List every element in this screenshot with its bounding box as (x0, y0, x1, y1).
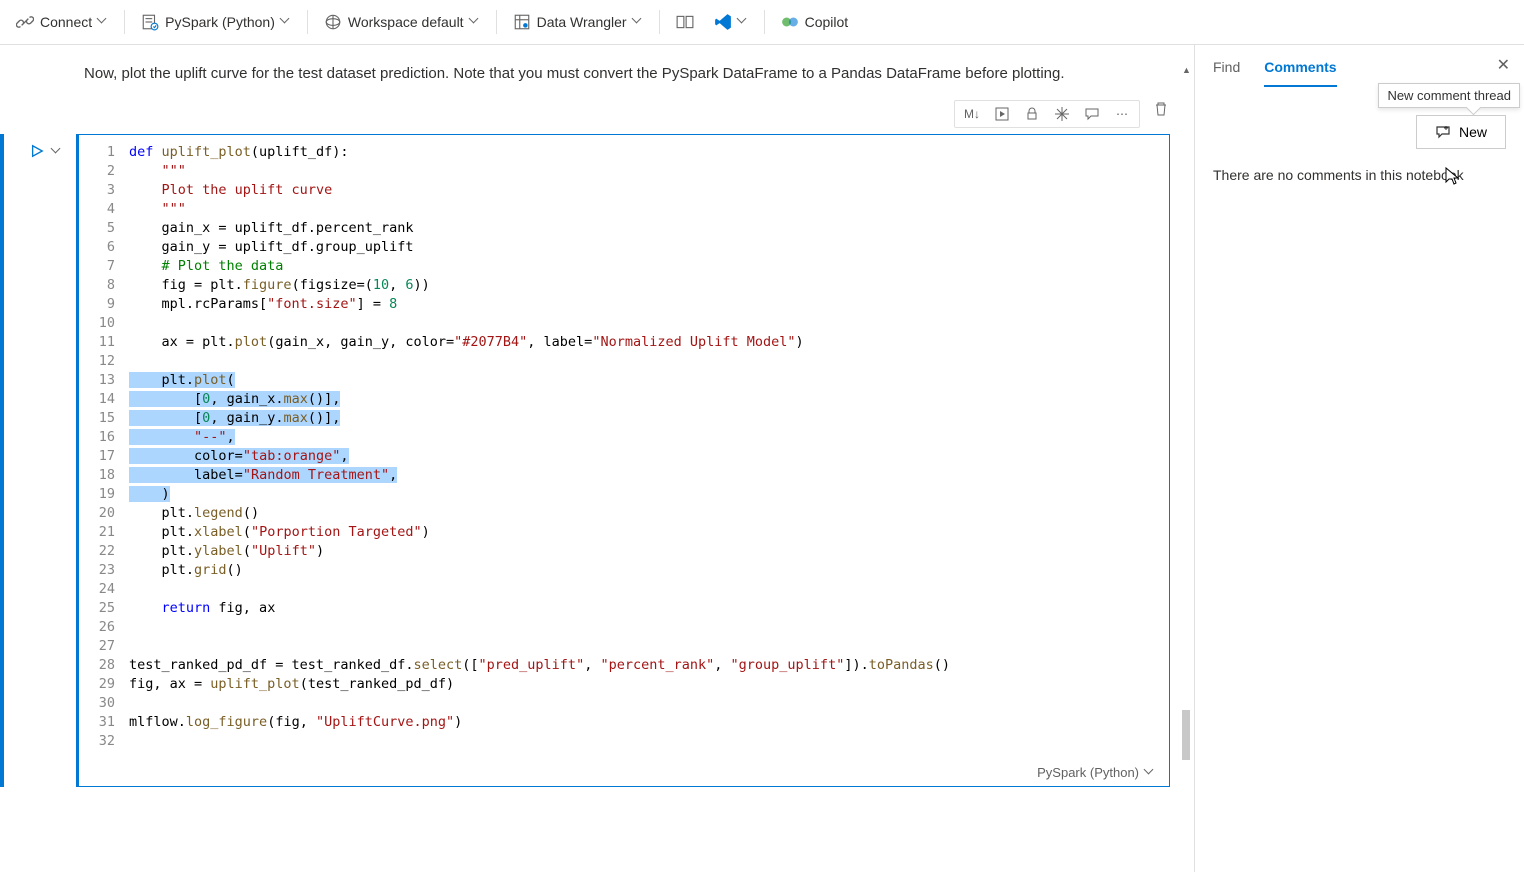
layout-button[interactable] (668, 9, 702, 35)
panel-tabs: Find Comments (1213, 59, 1337, 87)
empty-comments-message: There are no comments in this notebook (1195, 167, 1524, 183)
workspace-label: Workspace default (348, 14, 464, 30)
new-comment-button[interactable]: New (1416, 115, 1506, 149)
notebook-area: Now, plot the uplift curve for the test … (0, 45, 1194, 872)
wrangler-label: Data Wrangler (537, 14, 627, 30)
copilot-button[interactable]: Copilot (773, 9, 857, 35)
new-comment-tooltip: New comment thread (1378, 83, 1520, 108)
chevron-down-icon (738, 17, 748, 27)
panel-header: Find Comments ✕ (1195, 45, 1524, 87)
chevron-down-icon (633, 17, 643, 27)
run-cell-icon[interactable] (993, 105, 1011, 123)
wrangler-icon (513, 13, 531, 31)
workspace-menu[interactable]: Workspace default (316, 9, 488, 35)
language-picker[interactable]: PySpark (Python) (1037, 765, 1155, 780)
markdown-text: Now, plot the uplift curve for the test … (84, 65, 1182, 82)
copilot-icon (781, 13, 799, 31)
layout-icon (676, 13, 694, 31)
close-panel-icon[interactable]: ✕ (1497, 55, 1510, 75)
cell-footer: PySpark (Python) (79, 759, 1169, 786)
chevron-down-icon (281, 17, 291, 27)
connect-icon (16, 13, 34, 31)
comment-add-icon (1435, 124, 1451, 140)
line-numbers: 1234567891011121314151617181920212223242… (79, 143, 129, 751)
collapse-button[interactable] (52, 144, 62, 787)
vscode-icon (714, 13, 732, 31)
kernel-menu[interactable]: PySpark (Python) (133, 9, 299, 35)
separator (764, 10, 765, 34)
separator (124, 10, 125, 34)
language-label: PySpark (Python) (1037, 765, 1139, 780)
separator (496, 10, 497, 34)
markdown-toggle[interactable]: M↓ (963, 105, 981, 123)
more-icon[interactable]: ⋯ (1113, 105, 1131, 123)
separator (659, 10, 660, 34)
vscode-button[interactable] (706, 9, 756, 35)
cell-gutter (0, 134, 76, 787)
scrollbar-thumb[interactable] (1182, 710, 1190, 760)
connect-menu[interactable]: Connect (8, 9, 116, 35)
top-toolbar: Connect PySpark (Python) Workspace defau… (0, 0, 1524, 45)
chevron-down-icon (1145, 768, 1155, 778)
wrangler-menu[interactable]: Data Wrangler (505, 9, 651, 35)
chevron-down-icon (470, 17, 480, 27)
tab-find[interactable]: Find (1213, 59, 1240, 87)
cell-toolbar: M↓ ⋯ (84, 100, 1170, 128)
lock-icon[interactable] (1023, 105, 1041, 123)
tab-comments[interactable]: Comments (1264, 59, 1336, 87)
comment-icon[interactable] (1083, 105, 1101, 123)
comments-panel: Find Comments ✕ New comment thread New T… (1194, 45, 1524, 872)
connect-label: Connect (40, 14, 92, 30)
notebook-scroll[interactable]: Now, plot the uplift curve for the test … (0, 45, 1194, 872)
kernel-label: PySpark (Python) (165, 14, 275, 30)
code-editor[interactable]: 1234567891011121314151617181920212223242… (79, 135, 1169, 759)
workspace-icon (324, 13, 342, 31)
notebook-icon (141, 13, 159, 31)
main-area: Now, plot the uplift curve for the test … (0, 45, 1524, 872)
code-cell-wrap: 1234567891011121314151617181920212223242… (0, 134, 1170, 787)
vertical-scrollbar[interactable] (1180, 65, 1194, 852)
delete-cell-icon[interactable] (1152, 100, 1170, 118)
code-body[interactable]: def uplift_plot(uplift_df): """ Plot the… (129, 143, 1169, 751)
copilot-label: Copilot (805, 14, 849, 30)
chevron-down-icon (98, 17, 108, 27)
code-cell[interactable]: 1234567891011121314151617181920212223242… (76, 134, 1170, 787)
cell-toolbar-group: M↓ ⋯ (954, 100, 1140, 128)
new-button-label: New (1459, 124, 1487, 140)
separator (307, 10, 308, 34)
run-button[interactable] (30, 144, 44, 787)
freeze-icon[interactable] (1053, 105, 1071, 123)
